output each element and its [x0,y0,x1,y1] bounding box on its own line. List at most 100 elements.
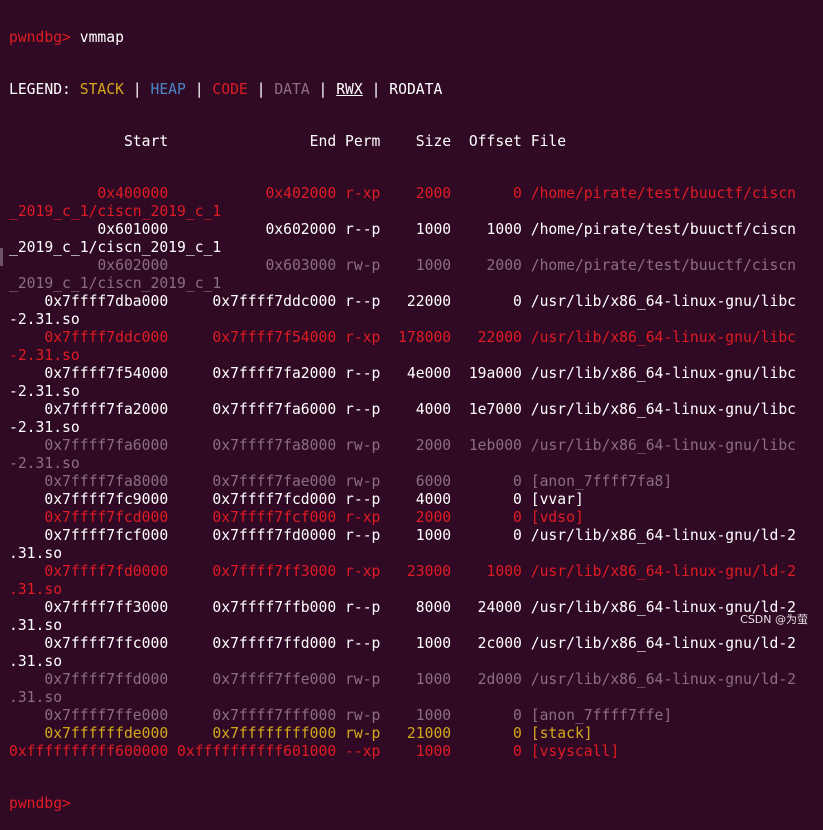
vmmap-row-wrap: -2.31.so [9,383,796,401]
row-offset: 19a000 [451,365,522,382]
row-end: 0x7ffff7fa6000 [168,401,337,418]
command-text: vmmap [79,29,124,46]
row-start: 0x602000 [9,257,169,274]
row-file: /usr/lib/x86_64-linux-gnu/libc [521,401,797,418]
row-start: 0x7ffff7fcf000 [9,527,169,544]
row-file-continued: _2019_c_1/ciscn_2019_c_1 [9,239,222,256]
row-start: 0xffffffffff600000 [9,743,169,760]
header-file: File [521,133,567,150]
row-end: 0x7ffff7fcf000 [168,509,337,526]
vmmap-row-wrap: -2.31.so [9,347,796,365]
row-start: 0x7ffff7fd0000 [9,563,169,580]
row-perm: r-xp [336,329,381,346]
header-offset: Offset [451,133,522,150]
row-file: /usr/lib/x86_64-linux-gnu/libc [521,437,797,454]
row-size: 1000 [380,743,452,760]
row-end: 0x7ffff7fd0000 [168,527,337,544]
row-file: /home/pirate/test/buuctf/ciscn [521,257,797,274]
row-offset: 22000 [451,329,522,346]
row-perm: rw-p [336,437,381,454]
row-offset: 1000 [451,563,522,580]
row-file: [stack] [521,725,593,742]
row-perm: r--p [336,527,381,544]
legend-heap: HEAP [150,81,186,98]
row-size: 2000 [380,509,452,526]
row-perm: r--p [336,491,381,508]
row-perm: r-xp [336,563,381,580]
row-start: 0x7ffffffde000 [9,725,169,742]
vmmap-row-wrap: .31.so [9,689,796,707]
row-offset: 2c000 [451,635,522,652]
row-end: 0x7ffff7ff3000 [168,563,337,580]
row-offset: 0 [451,293,522,310]
row-file-continued: .31.so [9,689,63,706]
row-perm: rw-p [336,707,381,724]
vmmap-row-wrap: .31.so [9,581,796,599]
header-start: Start [9,133,169,150]
vmmap-row: 0x7ffff7fcf000 0x7ffff7fd0000 r--p 1000 … [9,527,796,545]
row-offset: 2d000 [451,671,522,688]
row-file-continued: -2.31.so [9,455,80,472]
vmmap-row: 0x7ffff7ffe000 0x7ffff7fff000 rw-p 1000 … [9,707,796,725]
scrollbar-marker[interactable] [0,248,3,266]
row-offset: 0 [451,707,522,724]
row-end: 0x7ffff7ddc000 [168,293,337,310]
legend-label: LEGEND: [9,81,80,98]
row-perm: r--p [336,599,381,616]
row-perm: r--p [336,635,381,652]
row-file: /usr/lib/x86_64-linux-gnu/ld-2 [521,635,797,652]
row-end: 0x602000 [168,221,337,238]
row-file-continued: _2019_c_1/ciscn_2019_c_1 [9,275,222,292]
legend-sep: | [362,81,390,98]
row-size: 2000 [380,185,452,202]
row-size: 22000 [380,293,452,310]
watermark: CSDN @为萤 [740,613,808,626]
row-start: 0x601000 [9,221,169,238]
row-file-continued: .31.so [9,617,63,634]
row-file-continued: .31.so [9,581,63,598]
row-perm: r-xp [336,509,381,526]
vmmap-row-wrap: .31.so [9,545,796,563]
row-offset: 24000 [451,599,522,616]
legend-sep: | [185,81,213,98]
row-file-continued: -2.31.so [9,383,80,400]
row-file-continued: -2.31.so [9,311,80,328]
legend-sep: | [309,81,337,98]
vmmap-row: 0x7ffff7ddc000 0x7ffff7f54000 r-xp 17800… [9,329,796,347]
vmmap-row: 0x7ffff7f54000 0x7ffff7fa2000 r--p 4e000… [9,365,796,383]
row-size: 23000 [380,563,452,580]
terminal-output: pwndbg> vmmap LEGEND: STACK | HEAP | COD… [9,0,796,830]
row-start: 0x7ffff7dba000 [9,293,169,310]
row-start: 0x7ffff7fa2000 [9,401,169,418]
vmmap-row-wrap: _2019_c_1/ciscn_2019_c_1 [9,239,796,257]
row-start: 0x7ffff7fcd000 [9,509,169,526]
row-file: /usr/lib/x86_64-linux-gnu/libc [521,293,797,310]
vmmap-row: 0xffffffffff600000 0xffffffffff601000 --… [9,743,796,761]
legend-code: CODE [212,81,248,98]
row-file: [vdso] [521,509,584,526]
row-start: 0x7ffff7ff3000 [9,599,169,616]
row-offset: 2000 [451,257,522,274]
vmmap-row-wrap: -2.31.so [9,311,796,329]
next-prompt-line: pwndbg> [9,795,796,813]
row-start: 0x400000 [9,185,169,202]
row-end: 0x7ffff7f54000 [168,329,337,346]
row-start: 0x7ffff7ffc000 [9,635,169,652]
row-file-continued: .31.so [9,653,63,670]
legend-rodata: RODATA [389,81,443,98]
row-start: 0x7ffff7fa6000 [9,437,169,454]
row-perm: r--p [336,293,381,310]
shell-prompt: pwndbg> [9,795,71,812]
row-perm: rw-p [336,671,381,688]
row-file: /usr/lib/x86_64-linux-gnu/libc [521,365,797,382]
row-file: [anon_7ffff7ffe] [521,707,673,724]
legend-sep: | [123,81,151,98]
vmmap-row: 0x7ffff7fd0000 0x7ffff7ff3000 r-xp 23000… [9,563,796,581]
legend-rwx: RWX [336,81,363,98]
row-perm: r--p [336,401,381,418]
legend-data: DATA [274,81,310,98]
row-file: [vsyscall] [521,743,620,760]
header-end: End [168,133,337,150]
header-perm: Perm [336,133,381,150]
row-end: 0x7ffff7fa8000 [168,437,337,454]
